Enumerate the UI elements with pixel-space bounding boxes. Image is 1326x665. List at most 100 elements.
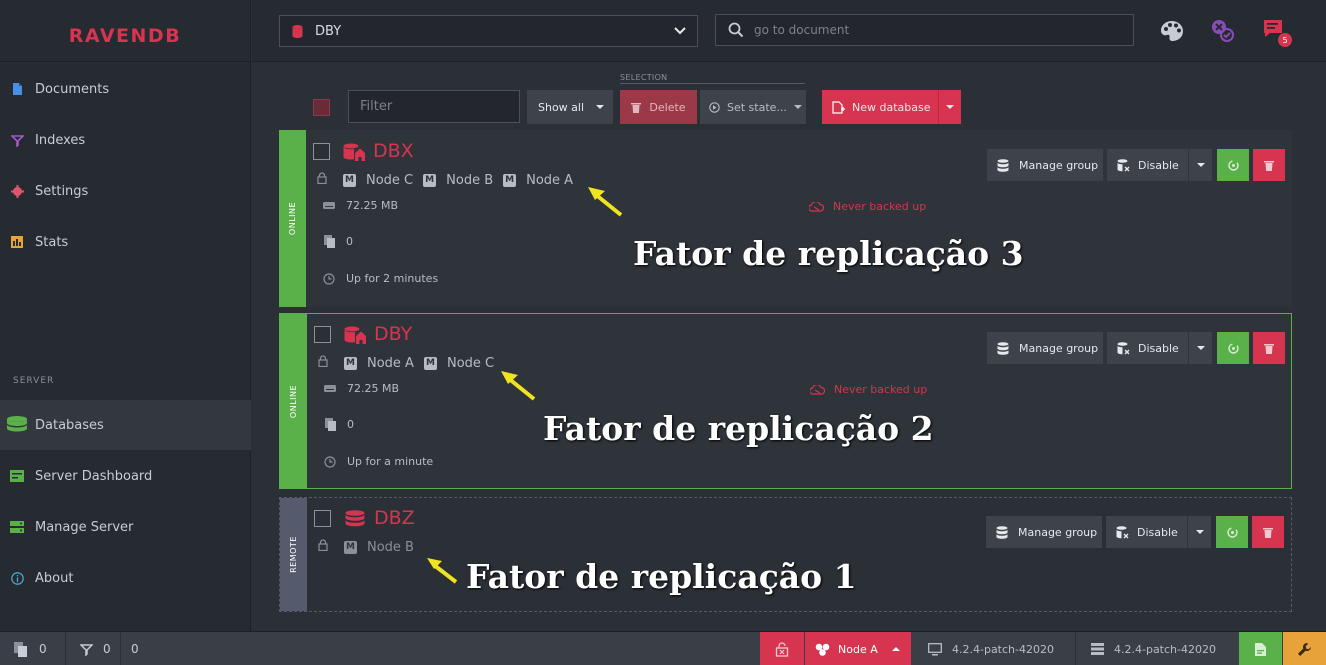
refresh-button[interactable] bbox=[1217, 149, 1249, 181]
monitor-icon bbox=[928, 642, 942, 656]
select-all-checkbox[interactable] bbox=[313, 99, 330, 116]
database-checkbox[interactable] bbox=[314, 326, 331, 343]
sidebar-item-indexes[interactable]: Indexes bbox=[0, 115, 251, 165]
palette-icon[interactable] bbox=[1159, 18, 1185, 44]
disable-options-button[interactable] bbox=[1188, 149, 1212, 181]
caret-down-icon bbox=[946, 105, 954, 109]
support-button[interactable] bbox=[1283, 632, 1326, 665]
database-card-dbx[interactable]: ONLINE DBX M Node C M Node B M Node A 72.25… bbox=[279, 130, 1292, 307]
caret-down-icon bbox=[1196, 163, 1205, 167]
node-tag[interactable]: M Node B bbox=[423, 173, 493, 188]
database-name[interactable]: DBZ bbox=[374, 507, 415, 529]
clock-icon bbox=[322, 272, 336, 285]
sidebar-item-label: About bbox=[35, 570, 74, 586]
sidebar-item-about[interactable]: About bbox=[0, 553, 251, 603]
lock-icon bbox=[318, 539, 328, 555]
delete-database-button[interactable] bbox=[1252, 516, 1284, 548]
trash-icon bbox=[631, 102, 642, 113]
refresh-button[interactable] bbox=[1217, 332, 1249, 364]
client-version[interactable]: 4.2.4-patch-42020 bbox=[928, 632, 1054, 665]
member-icon: M bbox=[503, 173, 517, 187]
refresh-icon bbox=[1227, 342, 1240, 355]
database-card-dby[interactable]: ONLINE DBY M Node A M Node C 72.25 MB 0 Up… bbox=[279, 313, 1292, 489]
wrench-icon bbox=[1297, 642, 1312, 657]
sidebar-item-documents[interactable]: Documents bbox=[0, 64, 251, 114]
set-state-dropdown[interactable]: Set state... bbox=[700, 90, 806, 124]
disable-button[interactable]: Disable bbox=[1106, 516, 1187, 548]
sidebar-item-label: Settings bbox=[35, 183, 89, 199]
license-button[interactable] bbox=[1239, 632, 1282, 665]
lock-button[interactable] bbox=[760, 632, 804, 665]
set-state-label: Set state... bbox=[727, 100, 787, 114]
search-box[interactable] bbox=[715, 14, 1134, 46]
clock-icon bbox=[323, 455, 337, 468]
disable-label: Disable bbox=[1138, 341, 1179, 355]
database-selector[interactable]: DBY bbox=[279, 15, 698, 47]
ravendb-logo[interactable]: RAVENDB bbox=[0, 0, 250, 62]
footer-indexes[interactable]: 0 bbox=[80, 632, 111, 665]
node-tag[interactable]: M Node C bbox=[423, 356, 494, 371]
databases-toolbar: Show all SELECTION Delete Set state... N… bbox=[252, 63, 1326, 124]
node-selector[interactable]: Node A bbox=[805, 632, 911, 665]
database-icon bbox=[292, 24, 303, 38]
member-icon: M bbox=[423, 173, 437, 187]
server-version[interactable]: 4.2.4-patch-42020 bbox=[1091, 632, 1216, 665]
stats-icon bbox=[10, 235, 24, 249]
node-tag[interactable]: M Node B bbox=[344, 540, 414, 555]
new-database-button[interactable]: New database bbox=[822, 90, 938, 124]
database-icon bbox=[345, 510, 365, 533]
member-icon: M bbox=[344, 356, 357, 370]
sidebar-item-databases[interactable]: Databases bbox=[0, 400, 251, 450]
search-input[interactable] bbox=[754, 23, 1114, 37]
document-icon bbox=[10, 82, 24, 96]
notifications-icon[interactable]: 5 bbox=[1262, 18, 1292, 47]
database-name[interactable]: DBX bbox=[373, 140, 414, 162]
refresh-icon bbox=[1226, 526, 1239, 539]
backup-warning-icon bbox=[809, 201, 824, 212]
delete-button[interactable]: Delete bbox=[620, 90, 697, 124]
database-uptime: Up for a minute bbox=[323, 455, 433, 468]
delete-database-button[interactable] bbox=[1253, 149, 1285, 181]
footer-documents[interactable]: 0 bbox=[14, 632, 47, 665]
database-doc-count: 0 bbox=[323, 418, 354, 431]
manage-group-button[interactable]: Manage group bbox=[987, 332, 1103, 364]
caret-down-icon bbox=[596, 105, 605, 109]
node-name: Node A bbox=[526, 172, 574, 188]
node-tag[interactable]: M Node A bbox=[503, 173, 573, 188]
member-icon: M bbox=[344, 540, 357, 554]
sidebar-item-label: Documents bbox=[35, 81, 110, 97]
disable-database-icon bbox=[1117, 341, 1130, 355]
status-strip: ONLINE bbox=[280, 314, 307, 488]
delete-label: Delete bbox=[649, 100, 686, 114]
delete-database-button[interactable] bbox=[1253, 332, 1285, 364]
manage-group-button[interactable]: Manage group bbox=[987, 149, 1103, 181]
disable-button[interactable]: Disable bbox=[1107, 332, 1188, 364]
manage-group-button[interactable]: Manage group bbox=[986, 516, 1102, 548]
database-name[interactable]: DBY bbox=[374, 323, 412, 345]
disable-options-button[interactable] bbox=[1187, 516, 1211, 548]
node-tag[interactable]: M Node C bbox=[343, 173, 413, 188]
new-database-options-button[interactable] bbox=[938, 90, 961, 124]
show-all-dropdown[interactable]: Show all bbox=[527, 90, 613, 124]
manage-group-icon bbox=[997, 341, 1011, 355]
lock-icon bbox=[317, 172, 327, 188]
sidebar-item-server-dashboard[interactable]: Server Dashboard bbox=[0, 451, 251, 501]
disable-button[interactable]: Disable bbox=[1107, 149, 1188, 181]
info-icon bbox=[10, 571, 24, 585]
node-tag[interactable]: M Node A bbox=[344, 356, 414, 371]
refresh-button[interactable] bbox=[1216, 516, 1248, 548]
annotation-arrow bbox=[427, 558, 458, 584]
database-checkbox[interactable] bbox=[313, 143, 330, 160]
cluster-status-icon[interactable] bbox=[1210, 18, 1236, 44]
database-uptime: Up for 2 minutes bbox=[322, 272, 438, 285]
annotation-replication-1: Fator de replicação 1 bbox=[466, 557, 857, 596]
filter-input[interactable] bbox=[348, 90, 520, 123]
sidebar-item-stats[interactable]: Stats bbox=[0, 217, 251, 267]
backup-status: Never backed up bbox=[809, 200, 926, 213]
disable-options-button[interactable] bbox=[1188, 332, 1212, 364]
sidebar-item-manage-server[interactable]: Manage Server bbox=[0, 502, 251, 552]
manage-server-icon bbox=[10, 520, 24, 534]
database-checkbox[interactable] bbox=[314, 510, 331, 527]
footer-errors[interactable]: 0 bbox=[131, 632, 139, 665]
sidebar-item-settings[interactable]: Settings bbox=[0, 166, 251, 216]
